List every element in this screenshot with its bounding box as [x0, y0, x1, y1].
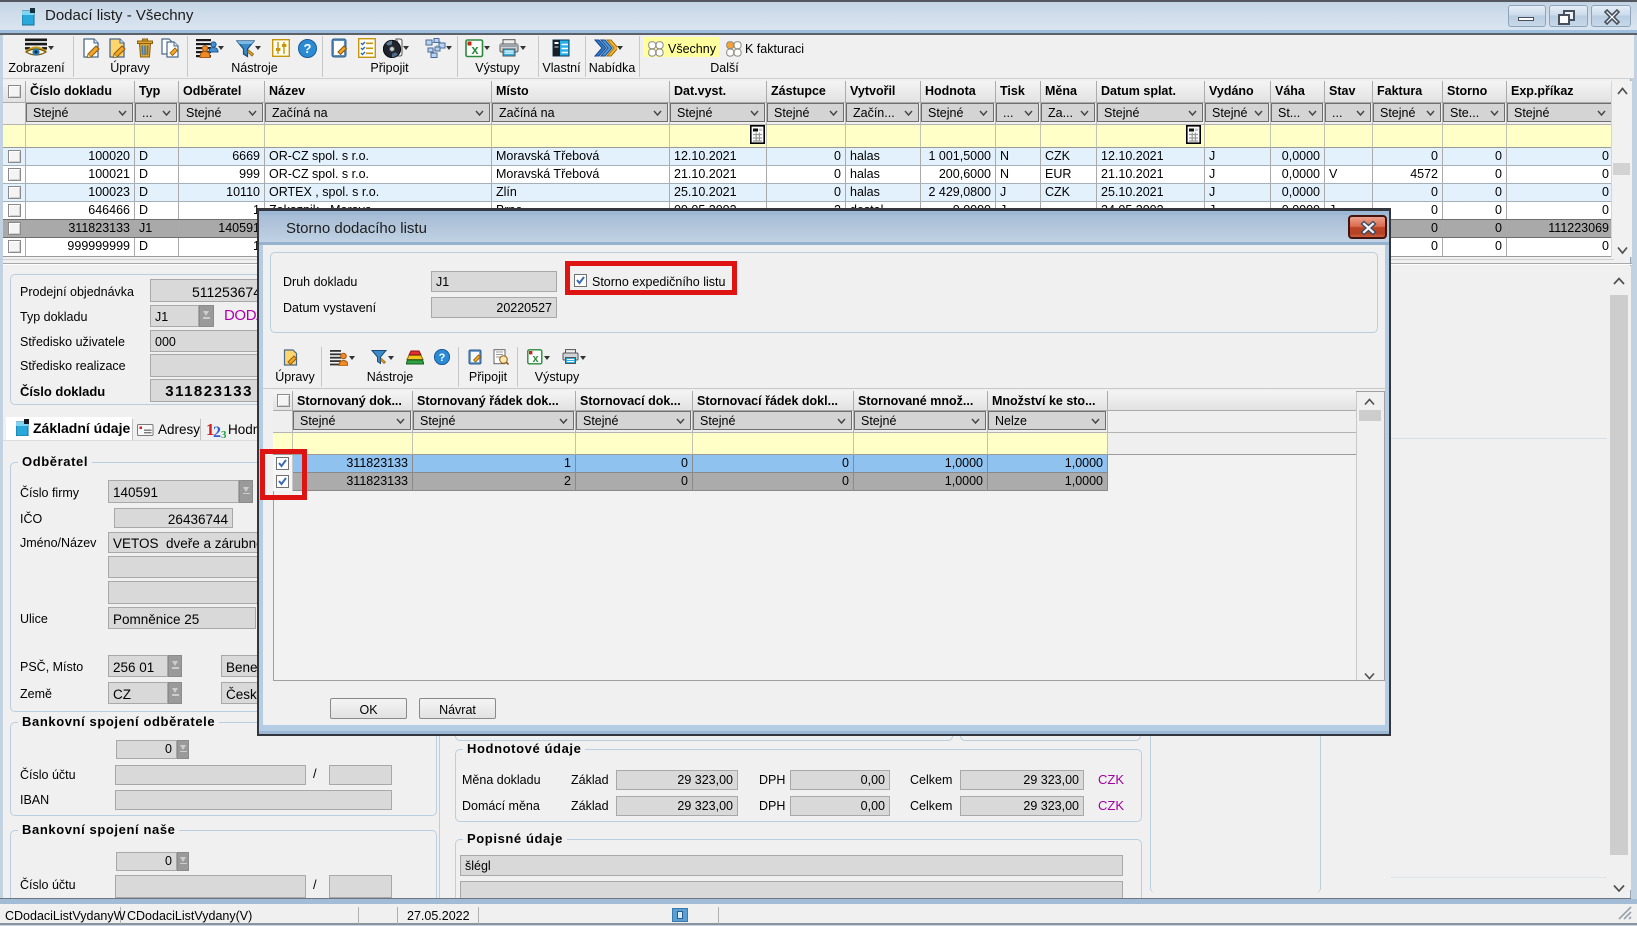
- svg-text:x: x: [532, 353, 539, 365]
- svg-text:3: 3: [221, 429, 227, 438]
- svg-text:?: ?: [304, 41, 312, 56]
- svg-text:x: x: [471, 42, 479, 57]
- svg-text:?: ?: [439, 352, 446, 364]
- svg-text:2: 2: [213, 424, 221, 438]
